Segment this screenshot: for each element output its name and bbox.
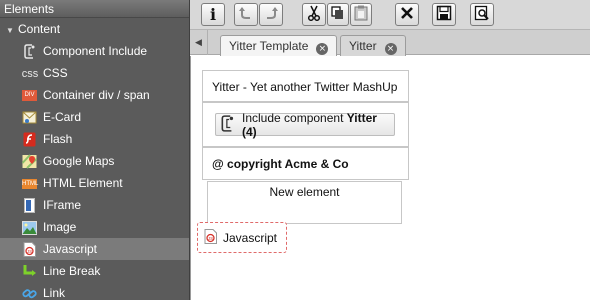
- element-iframe[interactable]: IFrame: [0, 194, 189, 216]
- element-label: CSS: [43, 66, 68, 80]
- ecard-icon: [22, 110, 37, 125]
- element-flash[interactable]: Flash: [0, 128, 189, 150]
- include-block[interactable]: Include component Yitter (4): [202, 102, 409, 147]
- component-include-icon: [22, 44, 37, 59]
- copyright-block[interactable]: @ copyright Acme & Co: [202, 147, 409, 180]
- element-label: IFrame: [43, 198, 82, 212]
- paste-button[interactable]: [350, 3, 372, 26]
- info-icon: i: [209, 5, 217, 24]
- delete-button[interactable]: [395, 3, 419, 26]
- undo-icon: [238, 5, 254, 24]
- elements-panel: Elements ▼ Content Component Include css …: [0, 0, 190, 300]
- component-include-icon: [220, 114, 236, 135]
- group-content-label: Content: [18, 22, 61, 36]
- svg-text:JS: JS: [27, 249, 32, 254]
- element-label: Container div / span: [43, 88, 150, 102]
- tab-yitter-template[interactable]: Yitter Template ×: [220, 35, 338, 56]
- element-google-maps[interactable]: Google Maps: [0, 150, 189, 172]
- cut-icon: [306, 5, 322, 24]
- title-block[interactable]: Yitter - Yet another Twitter MashUp: [202, 70, 409, 102]
- css-icon: css: [21, 67, 39, 80]
- design-canvas[interactable]: Yitter - Yet another Twitter MashUp Incl…: [190, 56, 590, 300]
- elements-panel-title: Elements: [0, 0, 189, 18]
- info-button[interactable]: i: [201, 3, 225, 26]
- element-link[interactable]: Link: [0, 282, 189, 300]
- element-ecard[interactable]: E-Card: [0, 106, 189, 128]
- element-label: HTML Element: [43, 176, 123, 190]
- element-label: Javascript: [43, 242, 98, 256]
- element-label: Flash: [43, 132, 73, 146]
- save-button[interactable]: [432, 3, 456, 26]
- preview-icon: [474, 5, 490, 24]
- javascript-icon: JS: [22, 242, 37, 257]
- group-content[interactable]: ▼ Content: [0, 18, 189, 40]
- copy-icon: [331, 6, 345, 23]
- element-label: Google Maps: [43, 154, 115, 168]
- element-label: Image: [43, 220, 77, 234]
- new-element-block[interactable]: New element: [207, 181, 402, 224]
- element-line-break[interactable]: Line Break: [0, 260, 189, 282]
- include-component-label: Include component Yitter (4): [242, 110, 377, 139]
- svg-text:JS: JS: [208, 235, 213, 240]
- close-icon[interactable]: ×: [316, 43, 329, 55]
- tab-scroll-left-icon[interactable]: ◀: [190, 30, 208, 55]
- copyright-text: @ copyright Acme & Co: [212, 157, 349, 171]
- redo-icon: [263, 5, 279, 24]
- tab-bar: ◀ Yitter Template × Yitter ×: [190, 30, 590, 56]
- element-label: E-Card: [43, 110, 82, 124]
- close-icon[interactable]: ×: [384, 43, 397, 55]
- tab-label: Yitter: [349, 39, 377, 53]
- preview-button[interactable]: [470, 3, 494, 26]
- paste-icon: [354, 5, 368, 24]
- link-icon: [22, 286, 37, 300]
- tab-label: Yitter Template: [229, 39, 309, 53]
- container-icon: DIV: [22, 88, 37, 103]
- new-element-text: New element: [269, 185, 340, 199]
- element-html[interactable]: HTML HTML Element: [0, 172, 189, 194]
- element-image[interactable]: Image: [0, 216, 189, 238]
- google-maps-icon: [22, 154, 37, 169]
- flash-icon: [22, 132, 37, 147]
- element-component-include[interactable]: Component Include: [0, 40, 189, 62]
- tab-yitter[interactable]: Yitter ×: [340, 35, 406, 56]
- line-break-icon: [22, 264, 37, 279]
- element-label: Component Include: [43, 44, 148, 58]
- title-block-text: Yitter - Yet another Twitter MashUp: [212, 80, 398, 94]
- element-label: Line Break: [43, 264, 101, 278]
- element-container[interactable]: DIV Container div / span: [0, 84, 189, 106]
- save-icon: [436, 5, 452, 24]
- include-component-box[interactable]: Include component Yitter (4): [215, 110, 395, 139]
- dragged-element-label: Javascript: [223, 230, 278, 245]
- javascript-icon: JS: [204, 228, 217, 247]
- element-javascript[interactable]: JS Javascript: [0, 238, 189, 260]
- cut-button[interactable]: [302, 3, 326, 26]
- html-element-icon: HTML: [22, 178, 39, 189]
- copy-button[interactable]: [327, 3, 349, 26]
- undo-button[interactable]: [234, 3, 258, 26]
- element-label: Link: [43, 286, 66, 300]
- element-css[interactable]: css CSS: [0, 62, 189, 84]
- redo-button[interactable]: [259, 3, 283, 26]
- image-icon: [22, 220, 37, 235]
- expanded-triangle-icon[interactable]: ▼: [6, 20, 18, 42]
- dragged-javascript-element[interactable]: JS Javascript: [197, 222, 287, 253]
- delete-icon: [399, 5, 415, 24]
- toolbar: i: [190, 0, 590, 30]
- iframe-icon: [22, 198, 37, 213]
